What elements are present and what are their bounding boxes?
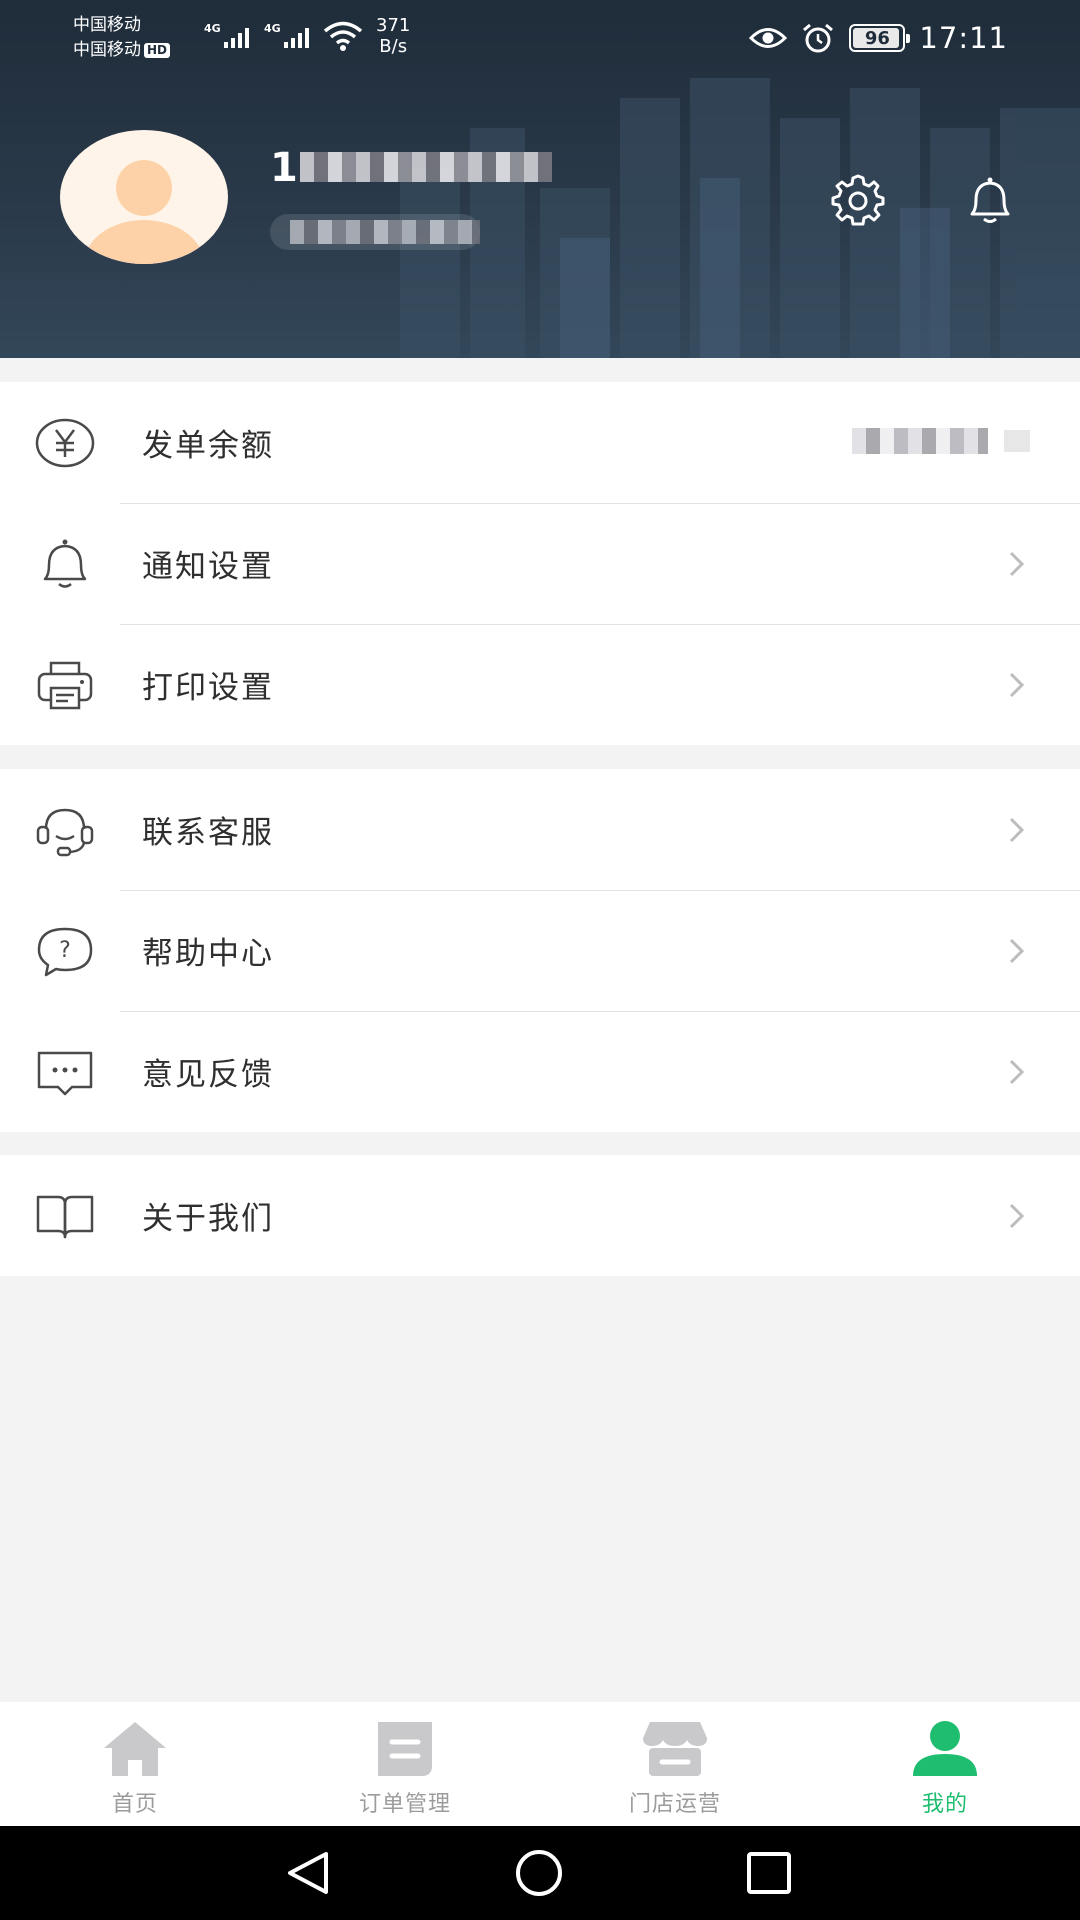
tab-label: 门店运营 <box>628 1792 721 1817</box>
system-navigation-bar <box>0 1826 1080 1920</box>
menu-label: 打印设置 <box>142 670 274 706</box>
tab-label: 首页 <box>111 1792 158 1817</box>
gear-icon <box>831 174 885 226</box>
net-speed-value: 371 <box>376 15 411 36</box>
settings-button[interactable] <box>826 168 890 232</box>
tab-order-management[interactable]: 订单管理 <box>270 1702 540 1826</box>
order-icon <box>378 1722 432 1776</box>
profile-header: 中国移动 中国移动 HD 4G 4G 371 B/s 96 17:11 1 <box>0 0 1080 358</box>
signal-2-tag: 4G <box>264 22 281 35</box>
menu-label: 联系客服 <box>142 815 274 851</box>
menu-item-about-us[interactable]: 关于我们 <box>0 1155 1080 1276</box>
chevron-right-icon <box>1009 1059 1025 1084</box>
notifications-button[interactable] <box>958 168 1022 232</box>
menu-item-print-settings[interactable]: 打印设置 <box>0 624 1080 745</box>
back-triangle-icon[interactable] <box>284 1850 332 1896</box>
headset-icon <box>34 799 96 861</box>
menu-label: 意见反馈 <box>142 1057 274 1093</box>
menu-label: 帮助中心 <box>142 936 274 972</box>
chevron-right-icon <box>1009 938 1025 963</box>
tab-store-operations[interactable]: 门店运营 <box>540 1702 810 1826</box>
book-icon <box>34 1185 96 1247</box>
message-icon <box>34 1041 96 1103</box>
home-circle-icon[interactable] <box>513 1848 565 1898</box>
battery-icon: 96 <box>849 24 911 52</box>
chevron-right-icon <box>1009 551 1025 576</box>
phone-redaction <box>300 152 552 182</box>
menu-section-support: 联系客服 ? 帮助中心 意见反馈 <box>0 769 1080 1132</box>
menu-label: 关于我们 <box>142 1201 274 1237</box>
wifi-icon <box>323 21 363 51</box>
bottom-tab-bar: 首页 订单管理 门店运营 我的 <box>0 1702 1080 1826</box>
carrier-info: 中国移动 中国移动 HD <box>73 13 171 63</box>
menu-item-notification-settings[interactable]: 通知设置 <box>0 503 1080 624</box>
tab-label: 我的 <box>921 1792 968 1817</box>
battery-level: 96 <box>864 27 890 49</box>
home-icon <box>104 1722 166 1776</box>
net-speed-unit: B/s <box>379 36 408 57</box>
bell-icon <box>970 177 1010 223</box>
menu-item-help-center[interactable]: ? 帮助中心 <box>0 890 1080 1011</box>
signal-1-tag: 4G <box>204 22 221 35</box>
menu-section-about: 关于我们 <box>0 1155 1080 1276</box>
menu-item-contact-support[interactable]: 联系客服 <box>0 769 1080 890</box>
chevron-right-icon <box>1009 672 1025 697</box>
help-bubble-icon: ? <box>34 920 96 982</box>
phone-prefix: 1 <box>270 145 298 189</box>
tab-mine[interactable]: 我的 <box>810 1702 1080 1826</box>
menu-label: 通知设置 <box>142 549 274 585</box>
alarm-icon <box>803 23 834 53</box>
account-redaction <box>290 220 480 244</box>
svg-text:?: ? <box>59 938 71 963</box>
tab-home[interactable]: 首页 <box>0 1702 270 1826</box>
tab-label: 订单管理 <box>358 1792 451 1817</box>
balance-value-redaction-2 <box>1004 430 1030 452</box>
bell-icon <box>34 533 96 595</box>
carrier-2: 中国移动 <box>73 40 141 60</box>
menu-item-feedback[interactable]: 意见反馈 <box>0 1011 1080 1132</box>
menu-label: 发单余额 <box>142 428 274 464</box>
clock: 17:11 <box>919 21 1008 55</box>
menu-section-account: 发单余额 通知设置 打印设置 <box>0 382 1080 745</box>
user-icon <box>913 1721 977 1776</box>
balance-value-redaction <box>852 428 988 454</box>
status-bar: 中国移动 中国移动 HD 4G 4G 371 B/s 96 17:11 <box>0 0 1080 72</box>
hd-badge: HD <box>144 42 171 58</box>
carrier-1: 中国移动 <box>73 15 141 35</box>
store-icon <box>643 1722 707 1776</box>
avatar[interactable] <box>60 130 228 264</box>
net-speed: 371 B/s <box>376 15 410 57</box>
avatar-icon <box>84 160 204 264</box>
status-right: 96 17:11 <box>749 18 1008 58</box>
chevron-right-icon <box>1009 1203 1025 1228</box>
printer-icon <box>34 654 96 716</box>
yuan-icon <box>34 412 96 474</box>
recents-square-icon[interactable] <box>745 1850 793 1896</box>
menu-item-balance[interactable]: 发单余额 <box>0 382 1080 503</box>
chevron-right-icon <box>1009 817 1025 842</box>
eye-icon <box>749 28 788 48</box>
